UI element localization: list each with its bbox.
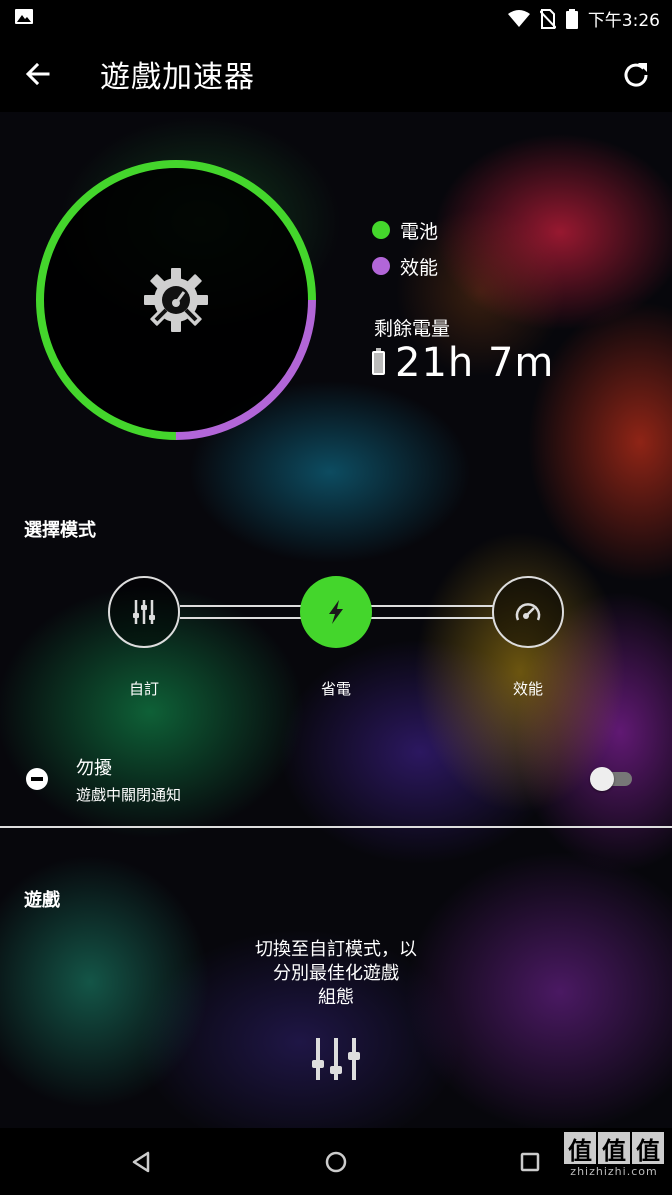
- mode-section-label: 選擇模式: [24, 520, 96, 541]
- mode-label-custom: 自訂: [128, 680, 159, 698]
- watermark: 值 值 值 zhizhizhi.com: [564, 1132, 664, 1178]
- dnd-row[interactable]: 勿擾 遊戲中關閉通知: [0, 742, 672, 806]
- no-sim-icon: [539, 8, 556, 29]
- watermark-text: zhizhizhi.com: [570, 1165, 658, 1178]
- games-hint-line: 切換至自訂模式，以: [255, 939, 417, 960]
- games-hint-line: 分別最佳化遊戲: [273, 963, 399, 984]
- games-hint-line: 組態: [318, 987, 354, 1008]
- speedometer-icon: [515, 603, 541, 621]
- battery-level-icon: [372, 348, 385, 375]
- lightning-icon: [329, 600, 343, 624]
- games-section-label: 遊戲: [24, 890, 60, 911]
- legend-item-battery: 電池: [372, 212, 438, 248]
- back-arrow-icon[interactable]: [22, 58, 54, 90]
- status-icons: 下午3:26: [507, 6, 660, 31]
- mode-performance-button[interactable]: [492, 576, 564, 648]
- status-time: 下午3:26: [587, 11, 660, 31]
- app-bar: 遊戲加速器: [0, 36, 672, 112]
- status-bar: 下午3:26: [0, 0, 672, 36]
- watermark-char: 值: [598, 1132, 630, 1165]
- wifi-icon: [507, 9, 530, 27]
- legend-dot-performance: [372, 257, 390, 275]
- dnd-subtitle: 遊戲中關閉通知: [76, 786, 182, 804]
- watermark-char: 值: [632, 1132, 664, 1165]
- image-notification-icon: [15, 9, 33, 24]
- toggle-thumb: [590, 767, 614, 791]
- back-triangle-icon[interactable]: [128, 1148, 156, 1176]
- remaining-value-row: 21h 7m: [372, 340, 554, 386]
- legend-label-battery: 電池: [400, 220, 439, 243]
- gear-gauge-icon: [144, 268, 208, 332]
- ring-legend: 電池 效能: [372, 212, 438, 284]
- battery-icon: [565, 8, 578, 29]
- main-content: 電池 效能 剩餘電量 21h 7m 選擇模式 自訂 省電 效能 勿擾 遊戲中關閉…: [0, 112, 672, 1128]
- remaining-label: 剩餘電量: [374, 318, 451, 340]
- games-hint: 切換至自訂模式，以 分別最佳化遊戲 組態: [186, 938, 486, 1010]
- usage-ring: [34, 158, 318, 442]
- system-nav-bar: 值 值 值 zhizhizhi.com: [0, 1128, 672, 1195]
- mode-label-performance: 效能: [512, 680, 543, 698]
- do-not-disturb-icon: [26, 768, 48, 790]
- sliders-icon: [133, 600, 155, 624]
- recents-square-icon[interactable]: [516, 1148, 544, 1176]
- refresh-icon[interactable]: [620, 58, 652, 90]
- mode-custom-button[interactable]: [108, 576, 180, 648]
- legend-item-performance: 效能: [372, 248, 438, 284]
- sliders-icon[interactable]: [306, 1036, 366, 1082]
- dnd-title: 勿擾: [76, 758, 112, 779]
- watermark-char: 值: [564, 1132, 596, 1165]
- section-divider: [0, 826, 672, 828]
- remaining-time: 21h 7m: [395, 340, 555, 386]
- page-title: 遊戲加速器: [100, 60, 255, 95]
- dnd-toggle[interactable]: [588, 766, 634, 792]
- mode-power-saving-button[interactable]: [300, 576, 372, 648]
- legend-dot-battery: [372, 221, 390, 239]
- mode-label-power-saving: 省電: [320, 680, 351, 698]
- legend-label-performance: 效能: [400, 256, 439, 279]
- watermark-logo: 值 值 值: [564, 1132, 664, 1165]
- home-circle-icon[interactable]: [322, 1148, 350, 1176]
